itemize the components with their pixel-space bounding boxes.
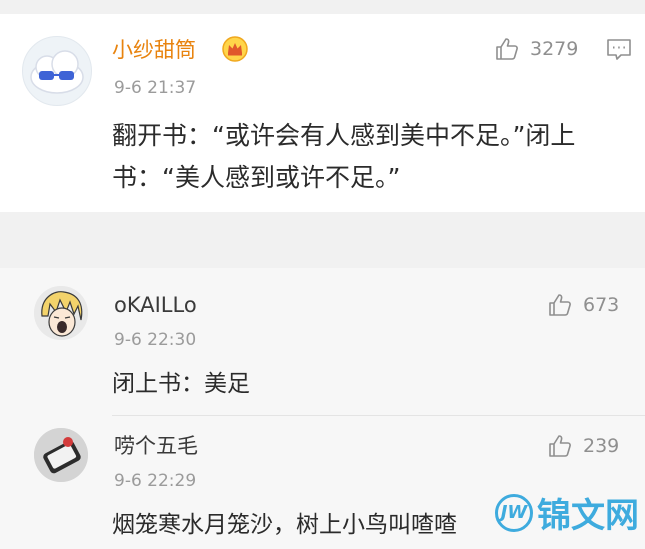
thumbs-up-icon — [549, 435, 571, 457]
like-button[interactable]: 673 — [547, 292, 619, 318]
comment-username[interactable]: 小纱甜筒 — [112, 38, 196, 62]
comment-time: 9-6 21:37 — [114, 78, 197, 98]
avatar[interactable] — [34, 286, 88, 340]
reply-time: 9-6 22:29 — [114, 471, 197, 491]
cartoon-face-icon — [34, 286, 88, 340]
watermark-logo-icon: JW — [495, 493, 533, 532]
reply-text: 闭上书：美足 — [112, 371, 250, 397]
reply-username[interactable]: oKAILLo — [114, 293, 197, 317]
reply-time: 9-6 22:30 — [114, 330, 197, 350]
reply-username[interactable]: 唠个五毛 — [114, 434, 198, 458]
phone-photo-icon — [34, 428, 88, 482]
like-count: 673 — [583, 294, 620, 316]
watermark: JW 锦文网 — [495, 488, 639, 537]
avatar[interactable] — [34, 428, 88, 482]
thumbs-up-icon — [496, 38, 518, 60]
like-count: 3279 — [530, 38, 579, 60]
like-button[interactable]: 239 — [547, 433, 619, 459]
divider — [112, 415, 645, 416]
reply-text: 烟笼寒水月笼沙，树上小鸟叫喳喳 — [112, 512, 457, 538]
crown-icon — [222, 36, 248, 66]
like-count: 239 — [583, 435, 620, 457]
watermark-text: 锦文网 — [537, 496, 639, 536]
avatar[interactable] — [22, 36, 92, 106]
cloud-sunglasses-icon — [30, 50, 84, 94]
main-comment-card: 小纱甜筒 9-6 21:37 3279 翻开书：“或许会有人感到美中不足。”闭上… — [0, 14, 645, 212]
reply-icon[interactable] — [606, 38, 632, 66]
like-button[interactable]: 3279 — [494, 36, 578, 62]
comment-text: 翻开书：“或许会有人感到美中不足。”闭上书：“美人感到或许不足。” — [112, 121, 576, 192]
thumbs-up-icon — [549, 294, 571, 316]
